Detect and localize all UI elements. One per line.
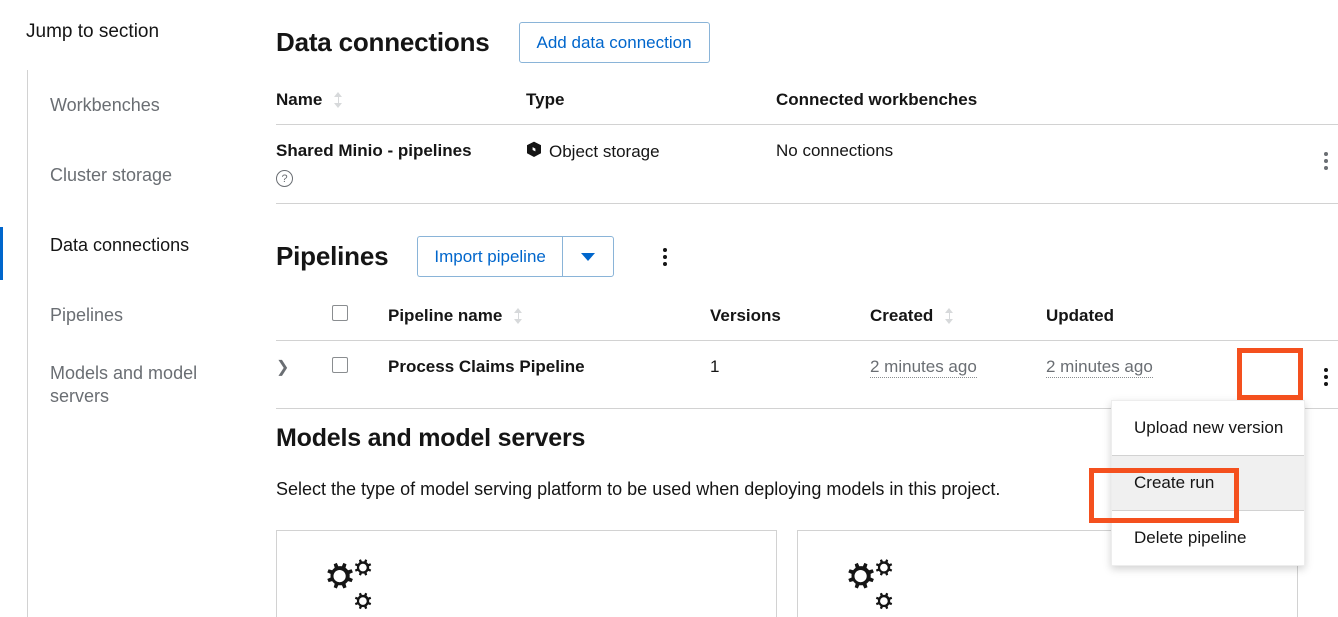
sidebar-item-pipelines[interactable]: Pipelines <box>0 280 250 350</box>
table-row: Shared Minio - pipelines ? Object storag… <box>276 125 1338 204</box>
sidebar-item-models-and-model-servers[interactable]: Models and model servers <box>0 350 250 436</box>
cell-connection-type: Object storage <box>526 125 776 204</box>
created-timestamp: 2 minutes ago <box>870 357 977 378</box>
column-header-name[interactable]: Name <box>276 90 526 125</box>
table-header-row: Name Type Connected workbenches <box>276 90 1338 125</box>
column-header-actions <box>1278 90 1338 125</box>
sidebar-item-label: Data connections <box>50 234 190 255</box>
models-section-title: Models and model servers <box>276 424 586 452</box>
chevron-down-icon <box>580 252 595 261</box>
column-header-created[interactable]: Created <box>870 305 1046 341</box>
column-header-label: Versions <box>710 306 781 325</box>
cube-icon <box>526 141 542 163</box>
cell-connection-name: Shared Minio - pipelines ? <box>276 125 526 204</box>
cell-pipeline-name[interactable]: Process Claims Pipeline <box>388 341 710 409</box>
column-header-label: Connected workbenches <box>776 90 978 109</box>
column-header-label: Type <box>526 90 565 109</box>
column-header-connected-workbenches: Connected workbenches <box>776 90 1278 125</box>
pipeline-row-actions-menu: Upload new version Create run Delete pip… <box>1111 400 1305 566</box>
sort-icon[interactable] <box>513 308 523 324</box>
sidebar-item-label: Cluster storage <box>50 164 173 185</box>
sidebar-item-label: Workbenches <box>50 94 160 115</box>
chevron-right-icon[interactable]: ❯ <box>276 357 289 377</box>
help-icon[interactable]: ? <box>276 170 293 187</box>
table-header-row: Pipeline name Versions Created Updated <box>276 305 1338 341</box>
cell-connected-workbenches: No connections <box>776 141 894 160</box>
row-select-checkbox[interactable] <box>332 357 348 373</box>
jump-to-section-title: Jump to section <box>26 21 160 42</box>
column-header-expand <box>276 305 332 341</box>
sidebar-item-workbenches[interactable]: Workbenches <box>0 70 250 140</box>
column-header-label: Created <box>870 306 934 325</box>
menu-item-delete-pipeline[interactable]: Delete pipeline <box>1112 511 1304 565</box>
cell-row-actions <box>1278 125 1338 204</box>
pipelines-section-kebab-button[interactable] <box>653 242 677 272</box>
import-pipeline-split-button: Import pipeline <box>417 236 614 277</box>
models-section-description: Select the type of model serving platfor… <box>276 479 1001 499</box>
sort-icon[interactable] <box>333 92 343 108</box>
cell-versions: 1 <box>710 357 720 376</box>
cell-created: 2 minutes ago <box>870 341 1046 409</box>
sidebar-item-label: Pipelines <box>50 304 124 325</box>
menu-item-create-run[interactable]: Create run <box>1112 456 1304 510</box>
import-pipeline-dropdown-toggle[interactable] <box>561 236 614 277</box>
cogs-icon <box>836 559 904 617</box>
data-connections-table-wrap: Name Type Connected workbenches Shared M… <box>276 90 1338 204</box>
pipelines-header: Pipelines Import pipeline <box>276 236 677 277</box>
data-connections-title: Data connections <box>276 27 490 57</box>
data-connections-header: Data connections Add data connection <box>276 22 710 63</box>
table-row: ❯ Process Claims Pipeline 1 2 minutes ag… <box>276 341 1338 409</box>
column-header-select-all <box>332 305 388 341</box>
data-connection-row-kebab-button[interactable] <box>1314 146 1338 176</box>
pipeline-row-kebab-button[interactable] <box>1314 362 1338 392</box>
import-pipeline-button[interactable]: Import pipeline <box>417 236 562 277</box>
pipelines-table: Pipeline name Versions Created Updated ❯… <box>276 305 1338 409</box>
cell-expand: ❯ <box>276 341 332 409</box>
data-connections-table: Name Type Connected workbenches Shared M… <box>276 90 1338 204</box>
select-all-checkbox[interactable] <box>332 305 348 321</box>
column-header-actions <box>1268 305 1338 341</box>
menu-item-upload-new-version[interactable]: Upload new version <box>1112 401 1304 455</box>
cell-select <box>332 341 388 409</box>
cogs-icon <box>315 559 383 617</box>
model-platform-card-1[interactable] <box>276 530 777 617</box>
jump-to-section-nav: Workbenches Cluster storage Data connect… <box>0 70 250 436</box>
main-content: Data connections Add data connection Nam… <box>276 0 1338 617</box>
pipelines-table-wrap: Pipeline name Versions Created Updated ❯… <box>276 305 1338 409</box>
updated-timestamp: 2 minutes ago <box>1046 357 1153 378</box>
connection-type-text: Object storage <box>549 142 660 161</box>
column-header-label: Updated <box>1046 306 1114 325</box>
cell-updated: 2 minutes ago <box>1046 341 1268 409</box>
page-root: Jump to section Workbenches Cluster stor… <box>0 0 1338 617</box>
sidebar-item-cluster-storage[interactable]: Cluster storage <box>0 140 250 210</box>
connection-name-text: Shared Minio - pipelines <box>276 141 472 160</box>
pipelines-title: Pipelines <box>276 241 389 271</box>
column-header-updated: Updated <box>1046 305 1268 341</box>
column-header-label: Name <box>276 90 323 109</box>
column-header-versions: Versions <box>710 305 870 341</box>
column-header-label: Pipeline name <box>388 306 503 325</box>
sidebar-item-data-connections[interactable]: Data connections <box>0 210 250 280</box>
column-header-type: Type <box>526 90 776 125</box>
column-header-pipeline-name[interactable]: Pipeline name <box>388 305 710 341</box>
cell-row-actions <box>1268 341 1338 409</box>
sidebar-item-label: Models and model servers <box>50 363 198 406</box>
sort-icon[interactable] <box>944 308 954 324</box>
add-data-connection-button[interactable]: Add data connection <box>518 22 710 63</box>
